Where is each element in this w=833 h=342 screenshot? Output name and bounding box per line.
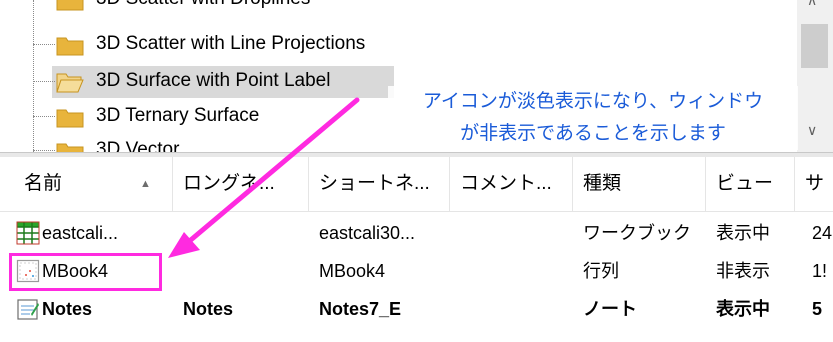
item-size: 24: [812, 223, 833, 243]
file-list: 名前 ▲ ロングネ... ショートネ... コメント... 種類 ビュー サ e…: [0, 157, 833, 342]
highlight-box: [9, 253, 162, 291]
tree-scrollbar[interactable]: ∧ ∨: [797, 0, 833, 152]
folder-icon: [56, 109, 84, 128]
scrollbar-thumb[interactable]: [801, 24, 828, 68]
item-view: 表示中: [716, 223, 770, 243]
column-header-size[interactable]: サ: [795, 157, 833, 211]
annotation-line-2: が非表示であることを示します: [460, 123, 726, 144]
column-header-longname[interactable]: ロングネ...: [173, 157, 309, 211]
item-name: Notes: [42, 299, 93, 319]
item-shortname: eastcali30...: [319, 223, 416, 243]
annotation-line-1: アイコンが淡色表示になり、ウィンドウ: [422, 91, 764, 112]
list-row[interactable]: Notes Notes Notes7_E ノート 表示中 5: [0, 291, 833, 328]
tree-item-label: 3D Vector: [96, 139, 180, 152]
item-size: 5: [812, 299, 823, 319]
tree-item-label: 3D Ternary Surface: [96, 105, 260, 126]
scroll-down-icon[interactable]: ∨: [807, 122, 817, 139]
item-shortname: Notes7_E: [319, 299, 402, 319]
tree-item[interactable]: 3D Scatter with Droplines: [0, 0, 800, 16]
open-folder-icon: [56, 73, 84, 93]
tree-item-label: 3D Scatter with Droplines: [96, 0, 310, 10]
column-header-comment[interactable]: コメント...: [450, 157, 573, 211]
folder-icon: [56, 37, 84, 56]
item-size: 1!: [812, 261, 828, 281]
tree-item-label: 3D Scatter with Line Projections: [96, 33, 366, 54]
item-view: 非表示: [716, 261, 770, 281]
annotation-callout: アイコンが淡色表示になり、ウィンドウ が非表示であることを示します: [388, 86, 798, 150]
column-header-type[interactable]: 種類: [573, 157, 706, 211]
column-header-shortname[interactable]: ショートネ...: [309, 157, 450, 211]
item-view: 表示中: [716, 299, 770, 319]
list-header: 名前 ▲ ロングネ... ショートネ... コメント... 種類 ビュー サ: [0, 157, 833, 212]
item-type: ノート: [583, 299, 637, 319]
folder-icon: [56, 0, 84, 11]
item-longname: Notes: [183, 299, 234, 319]
item-type: 行列: [583, 261, 619, 281]
column-header-name[interactable]: 名前 ▲: [0, 157, 173, 211]
folder-icon: [56, 143, 84, 152]
tree-item-label: 3D Surface with Point Label: [96, 70, 331, 91]
sort-ascending-icon: ▲: [140, 178, 151, 190]
list-row[interactable]: eastcali... eastcali30... ワークブック 表示中 24: [0, 215, 833, 252]
tree-item[interactable]: 3D Scatter with Line Projections: [0, 29, 800, 61]
item-shortname: MBook4: [319, 261, 386, 281]
column-header-view[interactable]: ビュー: [706, 157, 795, 211]
item-type: ワークブック: [583, 223, 691, 243]
scroll-up-icon[interactable]: ∧: [807, 0, 817, 9]
workbook-icon: [16, 221, 40, 245]
item-name: eastcali...: [42, 223, 119, 243]
notes-icon: [17, 299, 39, 320]
